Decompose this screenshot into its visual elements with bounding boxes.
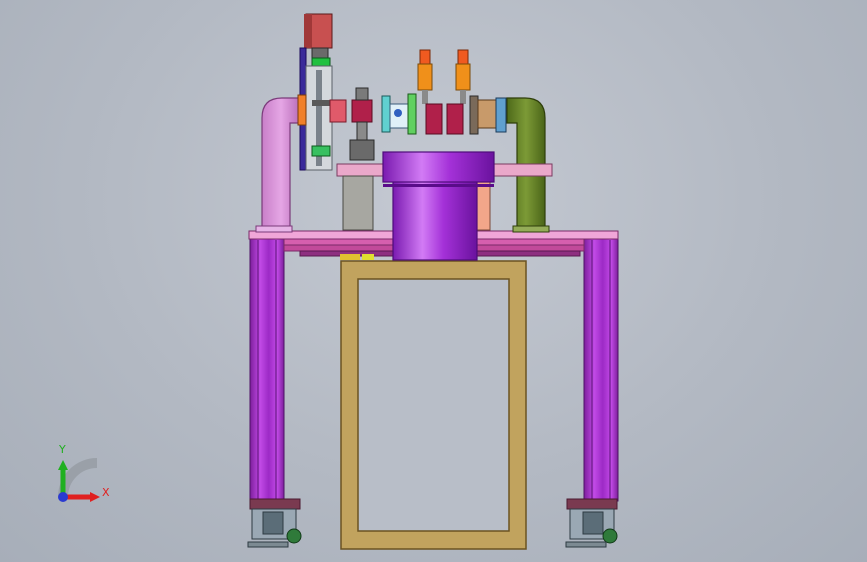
- gray-support-block[interactable]: [342, 175, 374, 231]
- left-leg[interactable]: [249, 237, 301, 510]
- right-shelf-plate[interactable]: [487, 163, 553, 177]
- left-gripper-module[interactable]: [349, 87, 375, 161]
- cad-viewport[interactable]: Y X: [0, 0, 867, 562]
- left-arch-support[interactable]: [255, 97, 301, 233]
- right-pneumatic-actuator[interactable]: [446, 49, 471, 135]
- main-cylinder[interactable]: [382, 151, 495, 261]
- left-caster-wheel[interactable]: [247, 508, 302, 548]
- machine-assembly-model[interactable]: [0, 0, 867, 562]
- center-fixture[interactable]: [381, 93, 417, 135]
- left-pneumatic-actuator[interactable]: [417, 49, 443, 135]
- coordinate-triad: [58, 458, 100, 502]
- salmon-spacer[interactable]: [476, 181, 491, 231]
- right-leg[interactable]: [566, 237, 619, 510]
- right-caster-wheel[interactable]: [565, 508, 618, 548]
- tan-base-frame[interactable]: [340, 260, 527, 550]
- vertical-lift-column[interactable]: [297, 13, 347, 171]
- triad-y-label: Y: [59, 443, 66, 456]
- right-fixture[interactable]: [469, 95, 507, 135]
- triad-x-label: X: [102, 486, 110, 499]
